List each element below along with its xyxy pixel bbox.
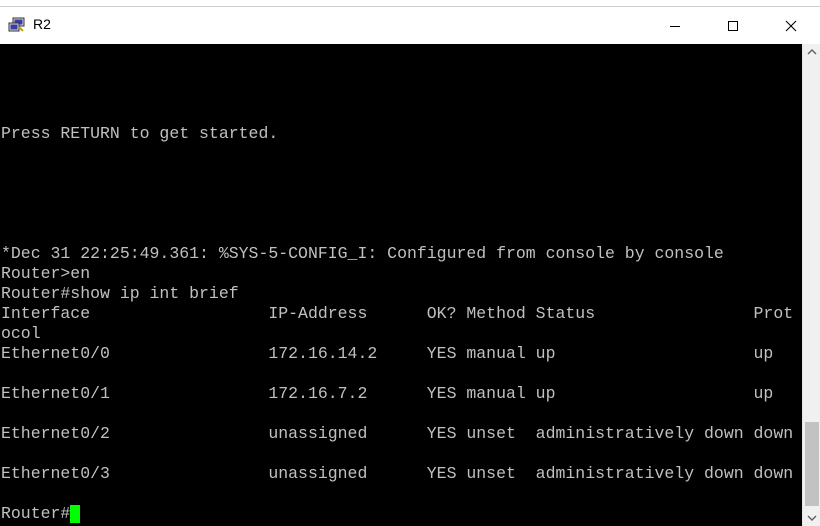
close-icon bbox=[785, 20, 797, 31]
terminal-line: *Dec 31 22:25:49.361: %SYS-5-CONFIG_I: C… bbox=[1, 244, 724, 263]
scroll-down-button[interactable] bbox=[803, 510, 820, 526]
putty-app-icon[interactable] bbox=[8, 17, 26, 33]
terminal-line: ocol bbox=[1, 324, 41, 343]
maximize-icon bbox=[728, 20, 738, 31]
terminal-line: Press RETURN to get started. bbox=[1, 124, 279, 143]
terminal-line: Router>en bbox=[1, 264, 91, 283]
terminal-line: Ethernet0/1 172.16.7.2 YES manual up up bbox=[1, 384, 774, 403]
maximize-button[interactable] bbox=[704, 7, 762, 44]
scroll-up-arrow-icon bbox=[807, 49, 817, 55]
minimize-button[interactable] bbox=[646, 7, 704, 44]
scrollbar-thumb[interactable] bbox=[805, 422, 819, 506]
putty-window: R2 Press RETURN to get started. *Dec 31 … bbox=[0, 0, 820, 526]
window-title: R2 bbox=[33, 16, 51, 32]
vertical-scrollbar[interactable] bbox=[802, 44, 820, 526]
terminal-line: Ethernet0/3 unassigned YES unset adminis… bbox=[1, 464, 794, 483]
terminal-line: Interface IP-Address OK? Method Status P… bbox=[1, 304, 794, 323]
terminal-line: Router#show ip int brief bbox=[1, 284, 239, 303]
scroll-down-arrow-icon bbox=[807, 515, 817, 521]
terminal-prompt: Router# bbox=[1, 504, 71, 523]
terminal-screen[interactable]: Press RETURN to get started. *Dec 31 22:… bbox=[0, 44, 802, 526]
terminal-line: Ethernet0/2 unassigned YES unset adminis… bbox=[1, 424, 794, 443]
minimize-icon bbox=[670, 25, 680, 27]
terminal-line: Ethernet0/0 172.16.14.2 YES manual up up bbox=[1, 344, 774, 363]
close-button[interactable] bbox=[762, 7, 820, 44]
title-bar[interactable]: R2 bbox=[0, 6, 820, 44]
scroll-up-button[interactable] bbox=[803, 44, 820, 60]
terminal-cursor bbox=[70, 505, 80, 523]
